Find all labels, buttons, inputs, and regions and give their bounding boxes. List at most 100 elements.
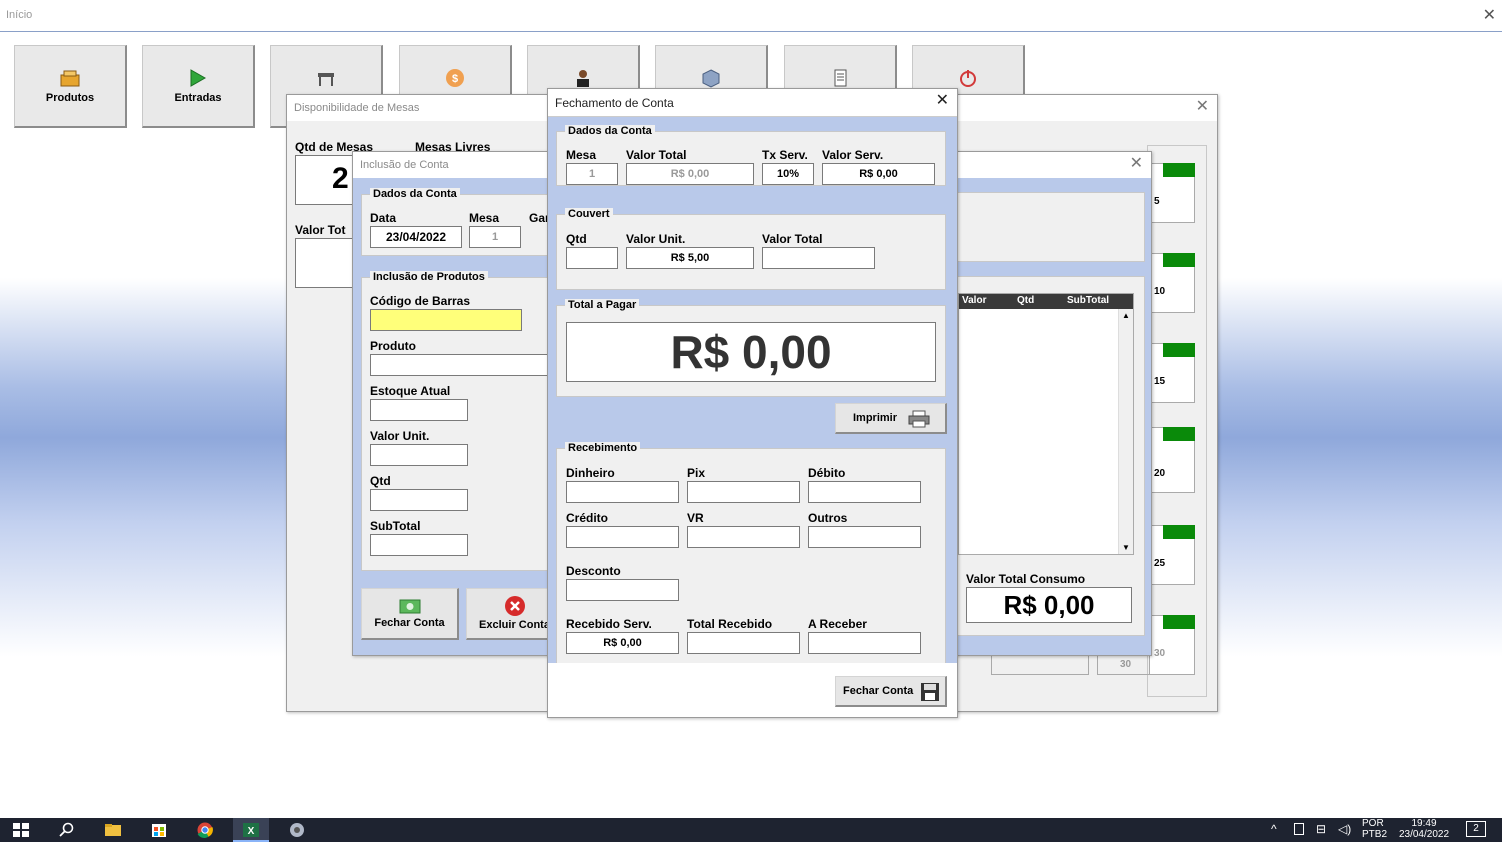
recebimento-group: Recebimento Dinheiro Pix Débito Crédito … (556, 442, 946, 670)
grid-scrollbar[interactable]: ▲ ▼ (1118, 309, 1133, 554)
total-recebido-label: Total Recebido (687, 617, 773, 631)
inclusao-mesa-field[interactable]: 1 (469, 226, 521, 248)
svg-text:X: X (248, 826, 255, 837)
dinheiro-input[interactable] (566, 481, 679, 503)
imprimir-button[interactable]: Imprimir (835, 403, 947, 434)
grid-header-subtotal: SubTotal (1067, 295, 1110, 306)
data-field[interactable]: 23/04/2022 (370, 226, 462, 248)
produto-input[interactable] (370, 354, 550, 376)
entradas-button[interactable]: Entradas (142, 45, 255, 128)
disponibilidade-title: Disponibilidade de Mesas (294, 102, 420, 114)
notifications-icon[interactable]: 2 (1466, 821, 1486, 837)
excel-taskbar-item[interactable]: X (233, 818, 269, 842)
printer-icon (908, 410, 930, 428)
inclusao-produtos-label: Inclusão de Produtos (370, 271, 488, 283)
fechamento-close-icon[interactable]: ✕ (936, 93, 949, 109)
produtos-grid[interactable]: Valor Qtd SubTotal ▲ ▼ (958, 293, 1134, 555)
credito-input[interactable] (566, 526, 679, 548)
codigo-barras-input[interactable] (370, 309, 522, 331)
couvert-label: Couvert (565, 208, 613, 220)
inclusao-close-icon[interactable]: ✕ (1130, 156, 1143, 172)
credito-label: Crédito (566, 511, 608, 525)
valor-unit-label: Valor Unit. (370, 429, 430, 443)
total-pagar-group: Total a Pagar R$ 0,00 (556, 299, 946, 397)
power-icon (960, 70, 976, 87)
fechamento-dados-label: Dados da Conta (565, 125, 655, 137)
desconto-input[interactable] (566, 579, 679, 601)
mesa-tile-15[interactable]: 15 (1149, 343, 1195, 403)
main-close-icon[interactable]: ✕ (1483, 8, 1496, 24)
chrome-icon[interactable] (196, 822, 214, 838)
inclusao-dados-label: Dados da Conta (370, 188, 460, 200)
mesa-tile-10[interactable]: 10 (1149, 253, 1195, 313)
tx-serv-label: Tx Serv. (762, 148, 808, 162)
fechar-conta-inclusao-button[interactable]: Fechar Conta (361, 588, 459, 640)
inclusao-mesa-label: Mesa (469, 211, 500, 225)
tray-chevron-icon[interactable]: ^ (1271, 822, 1277, 836)
produtos-button[interactable]: Produtos (14, 45, 127, 128)
outros-input[interactable] (808, 526, 921, 548)
valor-total-label: Valor Tot (295, 223, 346, 237)
couvert-valor-total-label: Valor Total (762, 232, 823, 246)
a-receber-input[interactable] (808, 632, 921, 654)
clock[interactable]: 19:49 23/04/2022 (1396, 818, 1452, 840)
lang-indicator[interactable]: POR PTB2 (1362, 818, 1387, 840)
total-consumo-label: Valor Total Consumo (966, 572, 1086, 586)
mesa-tile-25[interactable]: 25 (1149, 525, 1195, 585)
document-icon (834, 69, 847, 87)
valor-serv-field[interactable]: R$ 0,00 (822, 163, 935, 185)
dinheiro-label: Dinheiro (566, 466, 615, 480)
fechamento-valor-total-label: Valor Total (626, 148, 687, 162)
inclusao-info-group (957, 192, 1145, 262)
search-icon[interactable] (58, 822, 76, 838)
desconto-label: Desconto (566, 564, 621, 578)
qtd-mesas-value: 2 (295, 155, 355, 205)
disponibilidade-close-icon[interactable]: ✕ (1196, 99, 1209, 115)
volume-icon[interactable]: ◁) (1338, 822, 1351, 836)
main-title: Início (6, 9, 33, 21)
total-pagar-label: Total a Pagar (565, 299, 640, 311)
outros-label: Outros (808, 511, 848, 525)
tx-serv-field[interactable]: 10% (762, 163, 814, 185)
network-icon[interactable]: ⊟ (1316, 822, 1326, 836)
total-consumo-value: R$ 0,00 (966, 587, 1132, 623)
debito-input[interactable] (808, 481, 921, 503)
fechamento-valor-total-field[interactable]: R$ 0,00 (626, 163, 754, 185)
fechamento-title: Fechamento de Conta (555, 96, 674, 110)
scroll-down-icon[interactable]: ▼ (1122, 543, 1130, 552)
file-explorer-icon[interactable] (104, 822, 122, 838)
mesa-tile-30[interactable]: 30 (1149, 615, 1195, 675)
windows-start-icon[interactable] (12, 822, 30, 838)
grid-header-valor: Valor (962, 295, 987, 306)
battery-icon[interactable] (1294, 823, 1304, 835)
couvert-valor-unit-label: Valor Unit. (626, 232, 686, 246)
table-icon (318, 73, 334, 86)
recebido-serv-field[interactable]: R$ 0,00 (566, 632, 679, 654)
pix-input[interactable] (687, 481, 800, 503)
fechamento-mesa-field[interactable]: 1 (566, 163, 618, 185)
total-pagar-value: R$ 0,00 (566, 322, 936, 382)
vr-input[interactable] (687, 526, 800, 548)
subtotal-input[interactable] (370, 534, 468, 556)
fechar-conta-button[interactable]: Fechar Conta (835, 676, 947, 707)
inclusao-qtd-input[interactable] (370, 489, 468, 511)
valor-serv-label: Valor Serv. (822, 148, 884, 162)
couvert-qtd-input[interactable] (566, 247, 618, 269)
fechamento-titlebar: Fechamento de Conta ✕ (548, 89, 957, 117)
pix-label: Pix (687, 466, 706, 480)
fechamento-mesa-label: Mesa (566, 148, 597, 162)
estoque-input[interactable] (370, 399, 468, 421)
couvert-qtd-label: Qtd (566, 232, 587, 246)
mesa-tile-5[interactable]: 5 (1149, 163, 1195, 223)
couvert-valor-unit-field[interactable]: R$ 5,00 (626, 247, 754, 269)
store-icon[interactable] (150, 822, 168, 838)
mesa-tile-20[interactable]: 20 (1149, 427, 1195, 493)
valor-unit-input[interactable] (370, 444, 468, 466)
total-recebido-input[interactable] (687, 632, 800, 654)
app-icon[interactable] (288, 822, 306, 838)
excluir-conta-label: Excluir Conta (479, 619, 550, 631)
scroll-up-icon[interactable]: ▲ (1122, 311, 1130, 320)
data-label: Data (370, 211, 397, 225)
couvert-group: Couvert Qtd Valor Unit. R$ 5,00 Valor To… (556, 208, 946, 290)
couvert-valor-total-input[interactable] (762, 247, 875, 269)
